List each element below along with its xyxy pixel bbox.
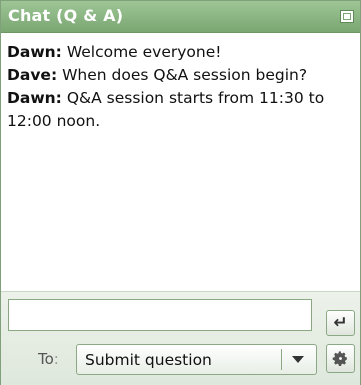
select-divider <box>281 349 282 370</box>
message-author: Dawn: <box>7 43 62 61</box>
compose-area: ↵ To: Submit question <box>1 291 360 385</box>
message: Dawn: Welcome everyone! <box>7 41 357 64</box>
recipient-selected-value: Submit question <box>85 351 212 369</box>
settings-button[interactable] <box>326 344 355 373</box>
to-label-text: To <box>38 350 54 368</box>
message-author: Dave: <box>7 66 58 84</box>
to-label-colon: : <box>53 350 59 368</box>
message-text: Welcome everyone! <box>61 43 222 61</box>
to-label: To: <box>38 350 59 368</box>
message: Dawn: Q&A session starts from 11:30 to 1… <box>7 87 357 133</box>
message-list: Dawn: Welcome everyone! Dave: When does … <box>7 41 357 289</box>
message: Dave: When does Q&A session begin? <box>7 64 357 87</box>
panel-title: Chat (Q & A) <box>8 6 124 25</box>
send-button[interactable]: ↵ <box>326 310 355 336</box>
message-author: Dawn: <box>7 89 62 107</box>
chevron-down-icon[interactable] <box>292 356 304 363</box>
enter-icon: ↵ <box>333 313 348 333</box>
recipient-select[interactable]: Submit question <box>76 344 317 375</box>
message-text: When does Q&A session begin? <box>57 66 308 84</box>
gear-icon <box>332 351 347 367</box>
title-bar: Chat (Q & A) <box>1 1 360 33</box>
chat-input[interactable] <box>8 299 312 331</box>
maximize-icon[interactable] <box>340 10 354 23</box>
chat-panel: Chat (Q & A) Dawn: Welcome everyone! Dav… <box>0 0 361 385</box>
